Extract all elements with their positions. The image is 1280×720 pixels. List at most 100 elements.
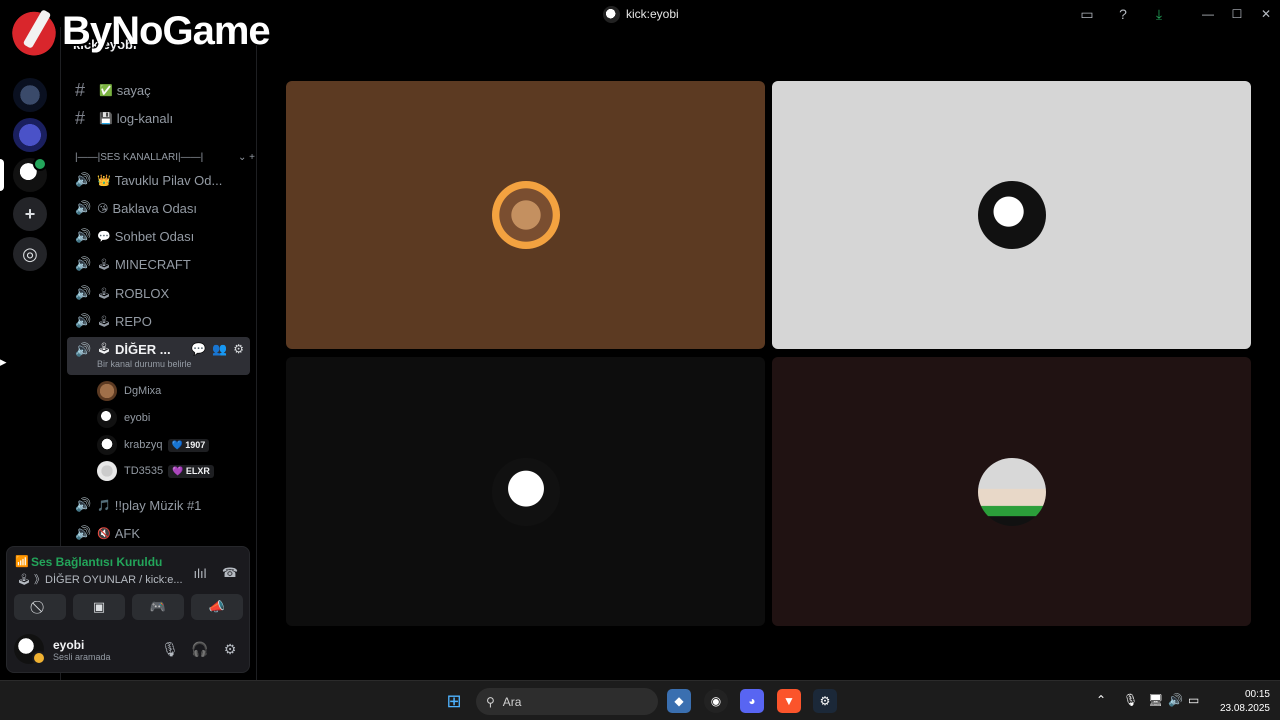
channel-emoji: 🕹 xyxy=(97,258,111,271)
channel-label: Tavuklu Pilav Od... xyxy=(114,172,223,188)
active-voice-channel[interactable]: 🔊 🕹 DİĞER ... Bir kanal durumu belirle 💬… xyxy=(67,337,250,375)
voice-channel[interactable]: 🔊 🕹 REPO xyxy=(67,308,250,334)
channel-label: sayaç xyxy=(116,82,151,98)
channel-label: log-kanalı xyxy=(116,110,174,126)
chevron-up-icon[interactable]: ⌃ xyxy=(1096,693,1106,707)
start-button[interactable]: ⊞ xyxy=(442,689,466,713)
active-server-indicator xyxy=(0,159,4,191)
voice-user[interactable]: eyobi xyxy=(97,406,150,430)
speaker-icon: 🔊 xyxy=(75,200,92,215)
help-icon[interactable]: ? xyxy=(1112,3,1134,25)
server-icon[interactable] xyxy=(13,78,47,112)
disconnect-icon[interactable]: ☎ xyxy=(219,562,241,584)
voice-channel[interactable]: 🔊 💬 Sohbet Odası xyxy=(67,223,250,249)
voice-user[interactable]: krabzyq 💙 1907 xyxy=(97,433,210,457)
connected-channel[interactable]: 🕹 》DİĞER OYUNLAR / kick:e... xyxy=(17,571,187,587)
video-grid xyxy=(258,27,1280,680)
channel-label: DİĞER ... xyxy=(114,342,171,357)
text-channel[interactable]: # ✅ sayaç xyxy=(67,77,250,103)
headphones-icon[interactable]: 🎧 xyxy=(190,639,210,659)
category-label: |——|SES KANALLARI|——| xyxy=(75,151,204,163)
screen-share-button[interactable]: ▣ xyxy=(73,594,125,620)
connection-status[interactable]: Ses Bağlantısı Kuruldu xyxy=(31,555,162,569)
date: 23.08.2025 xyxy=(1219,703,1270,714)
avatar[interactable] xyxy=(14,634,46,665)
voice-user[interactable]: TD3535 💜 ELXR xyxy=(97,459,214,483)
gear-icon[interactable]: ⚙ xyxy=(220,639,240,659)
user-tag: 💙 1907 xyxy=(167,438,210,452)
avatar xyxy=(977,457,1046,526)
add-server-icon[interactable]: + xyxy=(13,197,47,231)
speaker-icon: 🔊 xyxy=(75,525,92,540)
explore-icon[interactable]: ◎ xyxy=(13,237,47,271)
channel-emoji: 🔇 xyxy=(97,527,111,540)
video-tile[interactable] xyxy=(772,81,1251,349)
search-input[interactable]: ⚲ Ara xyxy=(476,688,658,715)
discord-icon[interactable]: ◕ xyxy=(740,689,764,713)
invite-icon[interactable]: 👥 xyxy=(212,342,227,356)
channel-emoji: 🎵 xyxy=(97,499,111,512)
voice-channel[interactable]: 🔊 😘 Baklava Odası xyxy=(67,195,250,221)
channel-emoji: 🕹 xyxy=(97,343,111,355)
avatar xyxy=(97,461,117,481)
obs-icon[interactable]: ◉ xyxy=(704,689,728,713)
microphone-icon[interactable]: 🎙 xyxy=(160,639,180,659)
user-name: TD3535 xyxy=(124,465,164,477)
activity-button[interactable]: 🎮 xyxy=(132,594,184,620)
video-tile[interactable] xyxy=(286,357,765,626)
speaker-icon: 🔊 xyxy=(75,313,92,328)
signal-icon: 📶 xyxy=(15,556,29,568)
chevron-down-icon: ⌄ + xyxy=(238,151,255,163)
speaker-icon: 🔊 xyxy=(75,172,92,187)
channel-emoji: 🕹 xyxy=(97,287,111,300)
voice-channel[interactable]: 🔊 👑 Tavuklu Pilav Od... xyxy=(67,167,250,193)
taskbar: ⊞ ⚲ Ara ◆ ◉ ◕ ▼ ⚙ ⌃ 🎙 🖥 🔊 ▭ 00:15 23.08.… xyxy=(0,680,1280,720)
category-header[interactable]: |——|SES KANALLARI|——| ⌄ + xyxy=(75,150,255,164)
avatar xyxy=(97,408,117,428)
avatar xyxy=(491,181,560,249)
speaker-icon: 🔊 xyxy=(75,256,92,271)
avatar xyxy=(977,181,1046,249)
channel-label: Baklava Odası xyxy=(112,200,198,216)
user-name: DgMixa xyxy=(124,385,162,397)
inbox-icon[interactable]: ▭ xyxy=(1076,3,1098,25)
network-icon[interactable]: 🖥 xyxy=(1148,693,1163,707)
avatar xyxy=(491,457,560,526)
voice-channel[interactable]: 🔊 🕹 MINECRAFT xyxy=(67,251,250,277)
voice-user[interactable]: DgMixa xyxy=(97,379,161,403)
chat-icon[interactable]: 💬 xyxy=(191,342,206,356)
speaker-icon: 🔊 xyxy=(75,285,92,300)
voice-channel[interactable]: 🔊 🔇 AFK xyxy=(67,520,250,546)
user-name[interactable]: eyobi xyxy=(53,638,84,652)
video-tile[interactable] xyxy=(286,81,765,349)
brave-icon[interactable]: ▼ xyxy=(777,689,801,713)
app-icon[interactable]: ◆ xyxy=(667,689,691,713)
battery-icon[interactable]: ▭ xyxy=(1188,693,1199,707)
avatar xyxy=(97,381,117,401)
noise-suppression-icon[interactable]: ılıl xyxy=(189,562,211,584)
channel-label: AFK xyxy=(114,525,140,541)
minimize-button[interactable]: — xyxy=(1193,3,1223,25)
hash-icon: # xyxy=(75,107,86,128)
channel-emoji: 👑 xyxy=(97,174,111,187)
camera-button[interactable]: ⃠ xyxy=(14,594,66,620)
volume-icon[interactable]: 🔊 xyxy=(1168,693,1183,707)
maximize-button[interactable]: ☐ xyxy=(1222,3,1252,25)
clock[interactable]: 00:15 23.08.2025 xyxy=(1210,688,1270,716)
channel-status[interactable]: Bir kanal durumu belirle xyxy=(97,359,192,369)
gear-icon[interactable]: ⚙ xyxy=(233,342,244,356)
video-tile[interactable] xyxy=(772,357,1251,626)
voice-channel[interactable]: 🔊 🕹 ROBLOX xyxy=(67,280,250,306)
voice-channel[interactable]: 🔊 🎵 !!play Müzik #1 xyxy=(67,492,250,518)
search-placeholder: Ara xyxy=(502,694,522,709)
soundboard-button[interactable]: 📣 xyxy=(191,594,243,620)
steam-icon[interactable]: ⚙ xyxy=(813,689,837,713)
logo-text: ByNoGame xyxy=(62,8,271,53)
server-icon[interactable] xyxy=(13,118,47,152)
text-channel[interactable]: # 💾 log-kanalı xyxy=(67,105,250,131)
close-button[interactable]: ✕ xyxy=(1251,3,1280,25)
avatar xyxy=(97,435,117,455)
download-icon[interactable]: ⤓ xyxy=(1148,3,1170,25)
gamepad-icon: 🎮 xyxy=(149,599,167,614)
microphone-icon[interactable]: 🎙 xyxy=(1123,693,1138,707)
